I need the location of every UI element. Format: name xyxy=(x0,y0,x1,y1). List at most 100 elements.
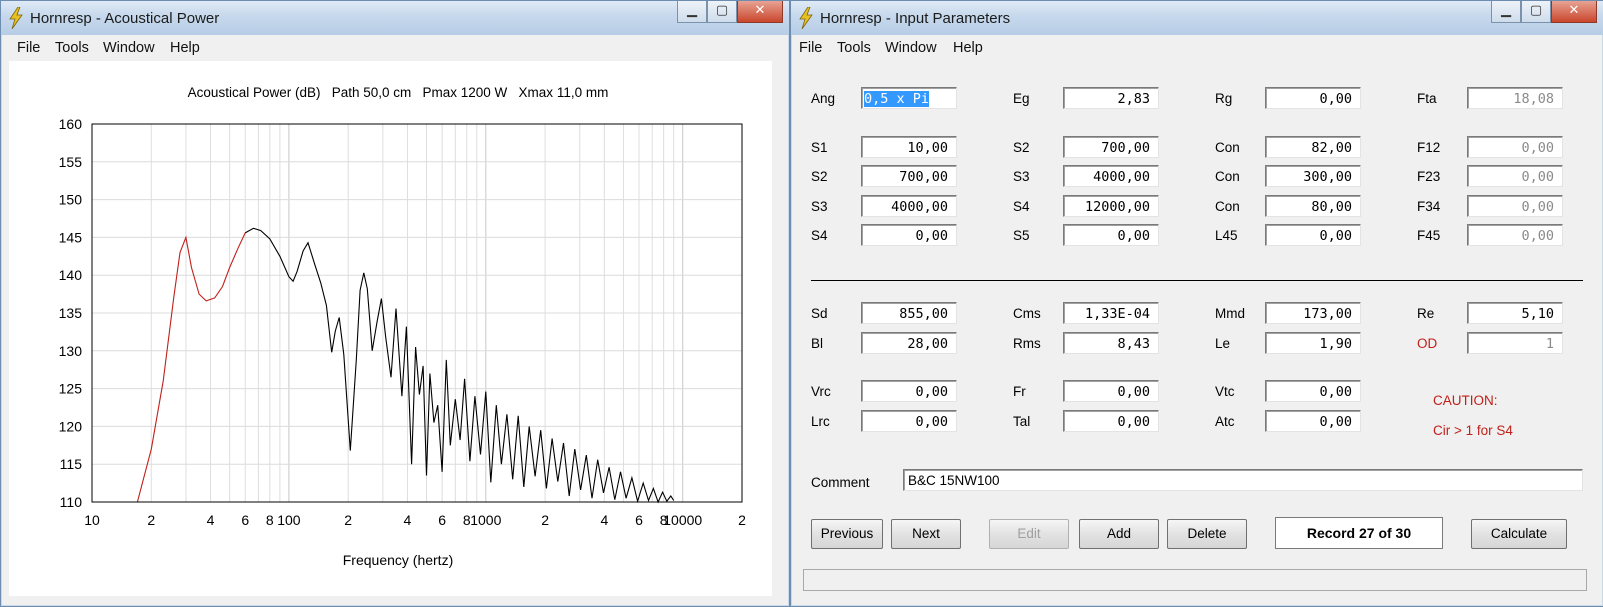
param-field-s3[interactable]: 4000,00 xyxy=(1063,165,1159,187)
calculate-button[interactable]: Calculate xyxy=(1471,519,1567,549)
param-label-f12: F12 xyxy=(1417,140,1441,155)
previous-button[interactable]: Previous xyxy=(811,519,883,549)
param-label-vtc: Vtc xyxy=(1215,384,1235,399)
section-divider xyxy=(811,280,1583,281)
series-line-high xyxy=(244,227,675,504)
menu-tools[interactable]: Tools xyxy=(55,40,89,56)
lightning-app-icon xyxy=(799,7,813,29)
y-tick-label: 145 xyxy=(59,229,83,245)
menu-file[interactable]: File xyxy=(799,40,822,56)
y-tick-label: 150 xyxy=(59,192,83,208)
menu-file[interactable]: File xyxy=(17,40,40,56)
param-field-s2[interactable]: 700,00 xyxy=(861,165,957,187)
y-tick-label: 155 xyxy=(59,154,83,170)
close-icon: ✕ xyxy=(1568,3,1580,18)
param-label-fta: Fta xyxy=(1417,91,1437,106)
param-field-f34[interactable]: 0,00 xyxy=(1467,195,1563,217)
param-field-fta[interactable]: 18,08 xyxy=(1467,87,1563,109)
param-label-f23: F23 xyxy=(1417,169,1441,184)
maximize-icon: ▢ xyxy=(715,3,729,18)
param-field-lrc[interactable]: 0,00 xyxy=(861,410,957,432)
param-field-l45[interactable]: 0,00 xyxy=(1265,224,1361,246)
param-field-re[interactable]: 5,10 xyxy=(1467,302,1563,324)
add-button[interactable]: Add xyxy=(1079,519,1159,549)
param-field-s4[interactable]: 12000,00 xyxy=(1063,195,1159,217)
param-label-s2: S2 xyxy=(1013,140,1030,155)
menu-window[interactable]: Window xyxy=(103,40,155,56)
minimize-icon: ▁ xyxy=(1501,3,1511,18)
x-tick-label: 6 xyxy=(438,512,446,528)
param-field-bl[interactable]: 28,00 xyxy=(861,332,957,354)
param-field-eg[interactable]: 2,83 xyxy=(1063,87,1159,109)
param-field-le[interactable]: 1,90 xyxy=(1265,332,1361,354)
x-tick-label: 4 xyxy=(600,512,608,528)
add-label: Add xyxy=(1106,526,1132,541)
param-field-sd[interactable]: 855,00 xyxy=(861,302,957,324)
param-field-fr[interactable]: 0,00 xyxy=(1063,380,1159,402)
caution-text: Cir > 1 for S4 xyxy=(1433,423,1513,438)
record-text: Record 27 of 30 xyxy=(1306,525,1412,541)
param-label-s1: S1 xyxy=(811,140,828,155)
param-field-rms[interactable]: 8,43 xyxy=(1063,332,1159,354)
x-tick-label: 2 xyxy=(344,512,352,528)
param-label-od: OD xyxy=(1417,336,1438,351)
param-field-s3[interactable]: 4000,00 xyxy=(861,195,957,217)
menu-tools[interactable]: Tools xyxy=(837,40,871,56)
edit-label: Edit xyxy=(1017,526,1041,541)
x-tick-label: 2 xyxy=(147,512,155,528)
minimize-button[interactable]: ▁ xyxy=(677,1,707,23)
param-field-s2[interactable]: 700,00 xyxy=(1063,136,1159,158)
y-tick-label: 125 xyxy=(59,381,83,397)
param-label-con: Con xyxy=(1215,169,1240,184)
param-field-ang[interactable]: 0,5 x Pi xyxy=(861,87,957,109)
x-axis-label: Frequency (hertz) xyxy=(343,552,453,568)
menu-help[interactable]: Help xyxy=(170,40,200,56)
y-tick-label: 110 xyxy=(60,494,83,510)
param-label-mmd: Mmd xyxy=(1215,306,1245,321)
comment-field[interactable]: B&C 15NW100 xyxy=(903,469,1583,491)
param-field-con[interactable]: 300,00 xyxy=(1265,165,1361,187)
menu-window[interactable]: Window xyxy=(885,40,937,56)
status-bar xyxy=(803,569,1587,591)
input-parameters-window: Hornresp - Input Parameters ▁ ▢ ✕ File T… xyxy=(790,0,1603,607)
param-field-cms[interactable]: 1,33E-04 xyxy=(1063,302,1159,324)
param-label-l45: L45 xyxy=(1215,228,1238,243)
menu-help[interactable]: Help xyxy=(953,40,983,56)
param-field-tal[interactable]: 0,00 xyxy=(1063,410,1159,432)
maximize-button[interactable]: ▢ xyxy=(707,1,737,23)
close-button[interactable]: ✕ xyxy=(1551,1,1597,23)
minimize-button[interactable]: ▁ xyxy=(1491,1,1521,23)
x-tick-label: 1000 xyxy=(470,512,501,528)
x-tick-label: 8 xyxy=(266,512,274,528)
param-field-rg[interactable]: 0,00 xyxy=(1265,87,1361,109)
param-label-atc: Atc xyxy=(1215,414,1235,429)
param-field-con[interactable]: 80,00 xyxy=(1265,195,1361,217)
maximize-button[interactable]: ▢ xyxy=(1521,1,1551,23)
previous-label: Previous xyxy=(820,526,874,541)
param-field-f12[interactable]: 0,00 xyxy=(1467,136,1563,158)
series-line-low xyxy=(136,232,246,503)
param-field-s4[interactable]: 0,00 xyxy=(861,224,957,246)
menu-bar: File Tools Window Help xyxy=(797,36,1597,60)
close-button[interactable]: ✕ xyxy=(737,1,783,23)
next-label: Next xyxy=(912,526,940,541)
param-field-atc[interactable]: 0,00 xyxy=(1265,410,1361,432)
delete-button[interactable]: Delete xyxy=(1167,519,1247,549)
param-field-s1[interactable]: 10,00 xyxy=(861,136,957,158)
param-field-con[interactable]: 82,00 xyxy=(1265,136,1361,158)
edit-button[interactable]: Edit xyxy=(989,519,1069,549)
param-label-rms: Rms xyxy=(1013,336,1041,351)
title-bar[interactable]: Hornresp - Input Parameters ▁ ▢ ✕ xyxy=(791,1,1603,35)
title-bar[interactable]: Hornresp - Acoustical Power ▁ ▢ ✕ xyxy=(1,1,789,35)
param-field-f23[interactable]: 0,00 xyxy=(1467,165,1563,187)
maximize-icon: ▢ xyxy=(1529,3,1543,18)
y-tick-label: 130 xyxy=(59,343,83,359)
x-tick-label: 6 xyxy=(635,512,643,528)
param-field-f45[interactable]: 0,00 xyxy=(1467,224,1563,246)
param-field-vtc[interactable]: 0,00 xyxy=(1265,380,1361,402)
next-button[interactable]: Next xyxy=(891,519,961,549)
param-field-od[interactable]: 1 xyxy=(1467,332,1563,354)
param-field-mmd[interactable]: 173,00 xyxy=(1265,302,1361,324)
param-field-s5[interactable]: 0,00 xyxy=(1063,224,1159,246)
param-field-vrc[interactable]: 0,00 xyxy=(861,380,957,402)
